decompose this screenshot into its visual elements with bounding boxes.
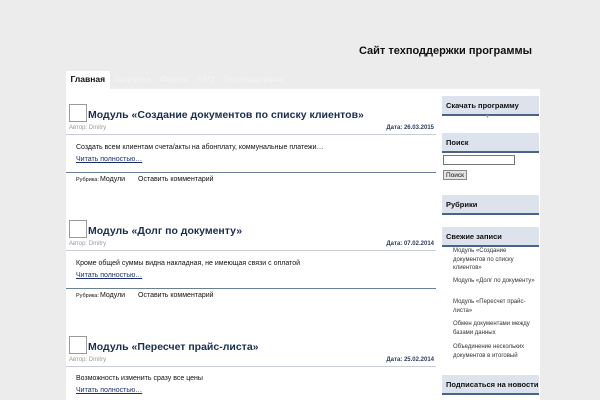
- site-title: Сайт техподдержки программы: [358, 45, 532, 57]
- post-author: Автор: Dmitry: [69, 241, 107, 247]
- post-meta: Автор: Dmitry Дата: 07.02.2014: [66, 241, 436, 251]
- post-date: Дата: 25.02.2014: [386, 357, 434, 363]
- rubric-label: Рубрика:: [76, 293, 99, 299]
- recent-post-link[interactable]: Модуль «Создание документов по списку кл…: [453, 247, 539, 273]
- rubric-link[interactable]: Модули: [100, 292, 125, 299]
- post-footer: Рубрика: Модули Оставить комментарий: [66, 172, 436, 186]
- post-date: Дата: 07.02.2014: [386, 241, 434, 247]
- post-icon: [69, 104, 87, 122]
- recent-post-link[interactable]: Объединение нескольких документов в итог…: [453, 343, 539, 360]
- subscribe-widget-title[interactable]: Подписаться на новости: [442, 375, 539, 395]
- main-nav: Главная Загрузка Форум FAQ Техподдержка: [66, 71, 288, 89]
- post-author: Автор: Dmitry: [69, 357, 107, 363]
- recent-post-link[interactable]: Модуль «Пересчет прайс-листа»: [453, 298, 539, 315]
- read-more-link[interactable]: Читать полностью…: [76, 272, 142, 279]
- post-author: Автор: Dmitry: [69, 125, 107, 131]
- rubrics-widget-title: Рубрики: [442, 195, 539, 215]
- post-meta: Автор: Dmitry Дата: 25.02.2014: [66, 357, 436, 367]
- nav-support[interactable]: Техподдержка: [219, 71, 288, 89]
- search-button[interactable]: Поиск: [443, 170, 468, 180]
- nav-home[interactable]: Главная: [66, 71, 110, 89]
- comment-link[interactable]: Оставить комментарий: [138, 292, 214, 299]
- post-icon: [69, 336, 87, 354]
- nav-faq[interactable]: FAQ: [193, 71, 219, 89]
- nav-download[interactable]: Загрузка: [110, 71, 156, 89]
- search-input[interactable]: [443, 155, 515, 165]
- comment-link[interactable]: Оставить комментарий: [138, 176, 214, 183]
- recent-post-link[interactable]: Модуль «Долг по документу»: [453, 277, 539, 286]
- post-date: Дата: 26.03.2015: [386, 125, 434, 131]
- read-more-link[interactable]: Читать полностью…: [76, 387, 142, 394]
- post-excerpt: Возможность изменить сразу все цены: [76, 375, 203, 382]
- rubric-link[interactable]: Модули: [100, 176, 125, 183]
- download-widget-title[interactable]: Скачать программу: [442, 96, 539, 116]
- post-title[interactable]: Модуль «Создание документов по списку кл…: [88, 109, 364, 121]
- content-area: Модуль «Создание документов по списку кл…: [66, 89, 540, 400]
- nav-forum[interactable]: Форум: [155, 71, 192, 89]
- search-widget-title: Поиск: [442, 133, 539, 153]
- post-footer: Рубрика: Модули Оставить комментарий: [66, 288, 436, 302]
- post-icon: [69, 220, 87, 238]
- post-title[interactable]: Модуль «Пересчет прайс-листа»: [88, 341, 259, 353]
- recent-post-link[interactable]: Обмен документами между базами данных: [453, 320, 539, 337]
- rubric-label: Рубрика:: [76, 177, 99, 183]
- post-excerpt: Кроме общей суммы видна накладная, не им…: [76, 260, 301, 267]
- recent-widget-title: Свежие записи: [442, 227, 539, 247]
- download-marker-icon: ▼: [485, 114, 490, 120]
- post-excerpt: Создать всем клиентам счета/акты на абон…: [76, 144, 324, 151]
- read-more-link[interactable]: Читать полностью…: [76, 156, 142, 163]
- post-meta: Автор: Dmitry Дата: 26.03.2015: [66, 125, 436, 135]
- post-title[interactable]: Модуль «Долг по документу»: [88, 225, 242, 237]
